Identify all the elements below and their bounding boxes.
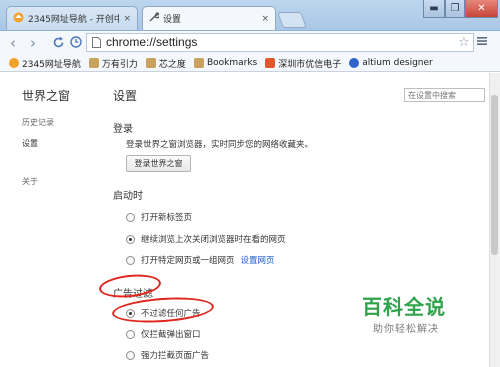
- login-button[interactable]: 登录世界之窗: [126, 155, 191, 172]
- option-label: 强力拦截页面广告: [141, 351, 210, 361]
- bookmark-folder[interactable]: Bookmarks: [193, 58, 258, 68]
- bookmark-label: Bookmarks: [206, 58, 258, 68]
- login-description: 登录世界之窗浏览器，实时同步您的网络收藏夹。: [126, 140, 314, 150]
- option-label: 打开特定网页或一组网页: [141, 256, 235, 266]
- option-label: 继续浏览上次关闭浏览器时在看的网页: [141, 235, 286, 245]
- startup-option-newtab[interactable]: 打开新标签页: [126, 211, 192, 223]
- 2345-favicon-icon: [13, 12, 24, 26]
- 2345-favicon-icon: [9, 58, 19, 68]
- bookmark-label: 芯之度: [158, 59, 186, 70]
- close-window-button[interactable]: ✕: [465, 0, 498, 18]
- bookmark-folder[interactable]: 万有引力: [88, 57, 138, 70]
- bookmark-altium[interactable]: altium designer: [349, 58, 433, 68]
- option-label: 仅拦截弹出窗口: [141, 330, 201, 340]
- set-pages-link[interactable]: 设置网页: [241, 254, 275, 266]
- watermark-title: 百科全说: [362, 295, 446, 319]
- maximize-button[interactable]: ❐: [445, 0, 465, 18]
- back-icon[interactable]: ‹: [10, 34, 16, 52]
- url-path: settings: [156, 35, 198, 49]
- startup-option-continue[interactable]: 继续浏览上次关闭浏览器时在看的网页: [126, 233, 286, 245]
- tab-settings[interactable]: 设置 ×: [142, 6, 276, 30]
- bookmark-folder[interactable]: 芯之度: [145, 57, 186, 70]
- bookmarks-bar: 2345网址导航 万有引力 芯之度 Bookmarks 深圳市优信电子 alti…: [0, 55, 500, 72]
- watermark-subtitle: 助你轻松解决: [373, 324, 439, 335]
- forward-icon[interactable]: ›: [30, 34, 36, 52]
- sidebar-item-history[interactable]: 历史记录: [22, 117, 54, 128]
- bookmark-youxin[interactable]: 深圳市优信电子: [265, 57, 341, 70]
- radio-button[interactable]: [126, 329, 135, 339]
- tab-title: 设置: [163, 15, 182, 25]
- home-icon[interactable]: [70, 36, 82, 51]
- url-text: chrome://settings: [106, 35, 197, 49]
- startup-option-specific[interactable]: 打开特定网页或一组网页 设置网页: [126, 254, 275, 266]
- option-label: 打开新标签页: [141, 213, 193, 223]
- folder-icon: [193, 58, 204, 68]
- tab-2345[interactable]: 2345网址导航 - 开创中国 ×: [6, 6, 138, 30]
- wrench-icon: [149, 12, 161, 25]
- url-scheme: chrome://: [106, 35, 157, 49]
- adblock-option-strong[interactable]: 强力拦截页面广告: [126, 349, 209, 361]
- folder-icon: [88, 58, 99, 68]
- menu-icon[interactable]: [476, 35, 488, 50]
- close-icon[interactable]: ×: [261, 14, 269, 24]
- bookmark-label: altium designer: [362, 58, 433, 68]
- radio-button[interactable]: [126, 255, 135, 265]
- bookmark-label: 深圳市优信电子: [278, 59, 342, 70]
- page-icon: [92, 37, 101, 51]
- bookmark-2345[interactable]: 2345网址导航: [9, 57, 81, 70]
- bookmark-label: 2345网址导航: [22, 59, 81, 70]
- close-icon[interactable]: ×: [123, 14, 131, 24]
- site-favicon-icon: [265, 58, 276, 68]
- bookmark-label: 万有引力: [101, 59, 138, 70]
- sidebar-item-about[interactable]: 关于: [22, 176, 38, 187]
- page-title: 设置: [113, 89, 138, 103]
- folder-icon: [145, 58, 156, 68]
- radio-button[interactable]: [126, 350, 135, 360]
- tab-title: 2345网址导航 - 开创中国: [28, 15, 120, 25]
- adblock-option-popups[interactable]: 仅拦截弹出窗口: [126, 328, 201, 340]
- radio-button[interactable]: [126, 212, 135, 222]
- login-heading: 登录: [113, 124, 133, 135]
- startup-heading: 启动时: [113, 191, 143, 202]
- radio-button-selected[interactable]: [126, 234, 135, 244]
- star-icon[interactable]: ☆: [458, 35, 470, 50]
- sidebar-brand: 世界之窗: [22, 89, 71, 103]
- settings-search-input[interactable]: [404, 88, 485, 102]
- minimize-button[interactable]: ▬: [423, 0, 445, 18]
- scrollbar-thumb[interactable]: [491, 95, 498, 255]
- paw-icon: [349, 58, 360, 68]
- sidebar-item-settings[interactable]: 设置: [22, 138, 38, 149]
- reload-icon[interactable]: [52, 36, 65, 52]
